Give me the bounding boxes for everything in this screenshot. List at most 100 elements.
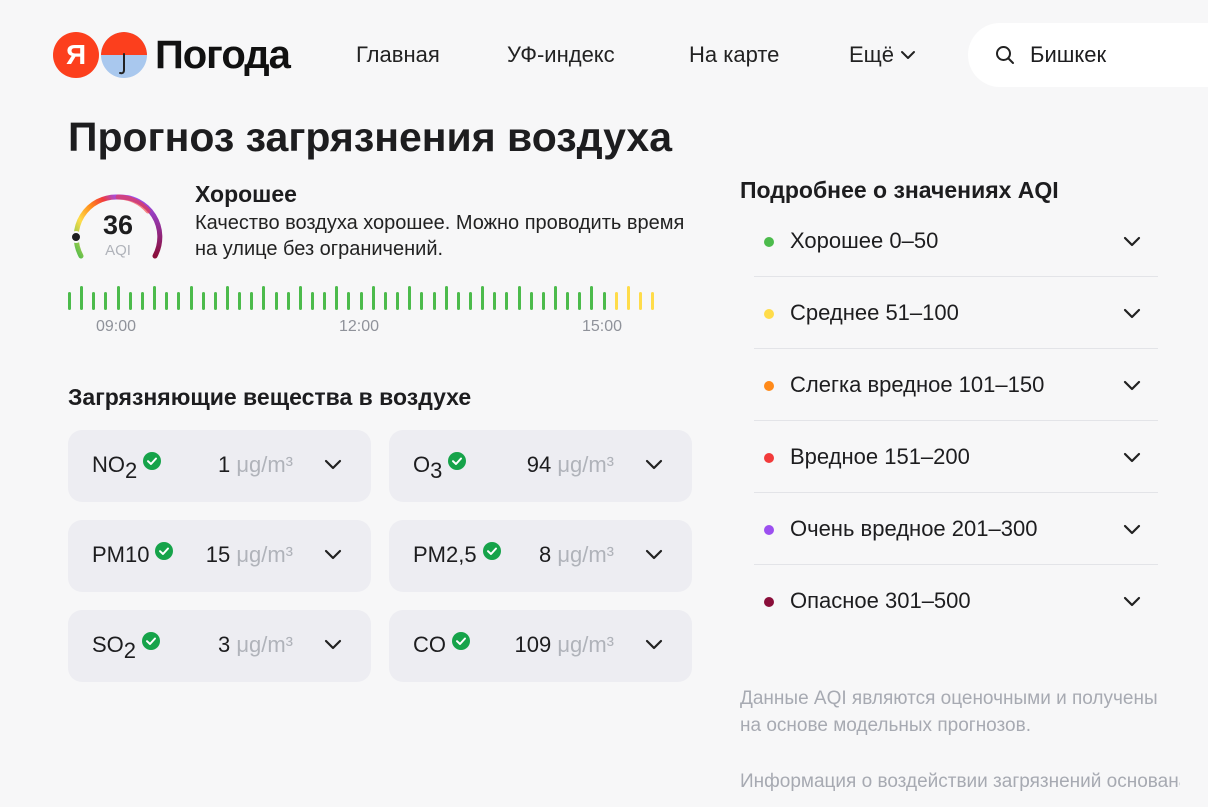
aqi-level-slightly-unhealthy[interactable]: Слегка вредное 101–150 (754, 349, 1158, 421)
timeline-tick (68, 292, 71, 310)
aqi-status: Хорошее (195, 181, 297, 207)
timeline-tick (566, 292, 570, 310)
chevron-down-icon[interactable] (323, 638, 343, 652)
level-dot (764, 237, 774, 247)
timeline-tick (371, 286, 375, 310)
timeline-tick (286, 292, 290, 310)
pollutant-card-so2[interactable]: SO2 3 μg/m³ (68, 610, 371, 682)
timeline-tick (578, 292, 582, 310)
header: Я Погода Главная УФ-индекс На карте Ещё (0, 0, 1208, 110)
timeline-tick (456, 292, 460, 310)
level-dot (764, 453, 774, 463)
chevron-down-icon[interactable] (644, 638, 664, 652)
timeline-tick (396, 292, 400, 310)
pollutant-card-pm10[interactable]: PM10 15 μg/m³ (68, 520, 371, 592)
level-dot (764, 309, 774, 319)
pollutant-value: 3 μg/m³ (217, 632, 293, 657)
aqi-level-good[interactable]: Хорошее 0–50 (754, 205, 1158, 277)
timeline-tick (189, 286, 193, 310)
aqi-gauge: 36 AQI (68, 184, 168, 264)
timeline-tick (408, 286, 412, 310)
pollutant-name: SO2 (92, 632, 161, 664)
level-dot (764, 525, 774, 535)
aqi-level-label: Хорошее 0–50 (790, 228, 939, 253)
timeline-tick (165, 292, 169, 310)
timeline-tick (626, 286, 630, 310)
timeline-tick (468, 292, 472, 310)
timeline-tick (347, 292, 351, 310)
nav-main[interactable]: Главная (356, 42, 440, 68)
timeline-tick (128, 292, 132, 310)
check-circle-icon (143, 452, 162, 470)
chevron-down-icon[interactable] (644, 458, 664, 472)
pollutant-card-co[interactable]: CO 109 μg/m³ (389, 610, 692, 682)
check-circle-icon (142, 632, 161, 650)
time-label: 09:00 (96, 318, 137, 335)
pollutant-card-o3[interactable]: O3 94 μg/m³ (389, 430, 692, 502)
timeline-tick (116, 286, 120, 310)
pollutant-value: 8 μg/m³ (538, 542, 614, 567)
aqi-info-title: Подробнее о значениях AQI (740, 177, 1059, 203)
aqi-timeline (68, 286, 693, 312)
timeline-tick (432, 292, 436, 310)
timeline-tick (225, 286, 229, 310)
level-dot (764, 597, 774, 607)
timeline-tick (529, 292, 533, 310)
check-circle-icon (452, 632, 470, 650)
timeline-tick (201, 292, 205, 310)
chevron-down-icon[interactable] (1122, 307, 1142, 321)
timeline-tick (359, 292, 363, 310)
aqi-level-label: Очень вредное 201–300 (790, 516, 1038, 541)
timeline-tick (420, 292, 424, 310)
chevron-down-icon (901, 51, 916, 59)
logo-text: Погода (155, 32, 291, 77)
chevron-down-icon[interactable] (644, 548, 664, 562)
timeline-tick (298, 286, 302, 310)
level-dot (764, 381, 774, 391)
aqi-level-moderate[interactable]: Среднее 51–100 (754, 277, 1158, 349)
timeline-tick (311, 292, 314, 310)
chevron-down-icon[interactable] (323, 548, 343, 562)
pollutant-name: NO2 (92, 452, 162, 484)
pollutant-value: 94 μg/m³ (526, 452, 614, 477)
search-box[interactable] (968, 23, 1208, 87)
nav-more[interactable]: Ещё (849, 42, 916, 68)
chevron-down-icon[interactable] (1122, 235, 1142, 249)
search-input[interactable] (1030, 42, 1208, 68)
logo[interactable]: Я Погода (53, 32, 291, 78)
pollutant-card-no2[interactable]: NO2 1 μg/m³ (68, 430, 371, 502)
timeline-tick (92, 292, 96, 310)
pollutant-card-pm25[interactable]: PM2,5 8 μg/m³ (389, 520, 692, 592)
nav-uv-index[interactable]: УФ-индекс (507, 42, 615, 68)
timeline-tick (651, 292, 655, 310)
timeline-tick (335, 286, 339, 310)
timeline-tick (541, 292, 545, 310)
timeline-tick (80, 286, 84, 310)
chevron-down-icon[interactable] (323, 458, 343, 472)
timeline-tick (602, 292, 606, 310)
pollutant-name: O3 (413, 452, 467, 484)
check-circle-icon (448, 452, 467, 470)
timeline-tick (639, 292, 643, 310)
aqi-level-unhealthy[interactable]: Вредное 151–200 (754, 421, 1158, 493)
time-label: 15:00 (582, 318, 623, 335)
timeline-tick (505, 292, 509, 310)
aqi-level-very-unhealthy[interactable]: Очень вредное 201–300 (754, 493, 1158, 565)
timeline-tick (493, 292, 497, 310)
chevron-down-icon[interactable] (1122, 379, 1142, 393)
timeline-tick (444, 286, 448, 310)
pollutant-value: 1 μg/m³ (217, 452, 293, 477)
chevron-down-icon[interactable] (1122, 451, 1142, 465)
check-circle-icon (155, 542, 174, 560)
pollutant-name: CO (413, 632, 470, 658)
chevron-down-icon[interactable] (1122, 595, 1142, 609)
aqi-note: Данные AQI являются оценочными и получен… (740, 688, 1158, 736)
aqi-unit: AQI (105, 242, 131, 259)
umbrella-logo-icon (101, 32, 147, 78)
aqi-note: Информация о воздействии загрязнений осн… (740, 771, 1180, 792)
nav-map[interactable]: На карте (689, 42, 779, 68)
chevron-down-icon[interactable] (1122, 523, 1142, 537)
aqi-level-hazardous[interactable]: Опасное 301–500 (754, 565, 1158, 637)
time-label: 12:00 (339, 318, 380, 335)
timeline-tick (104, 292, 108, 310)
